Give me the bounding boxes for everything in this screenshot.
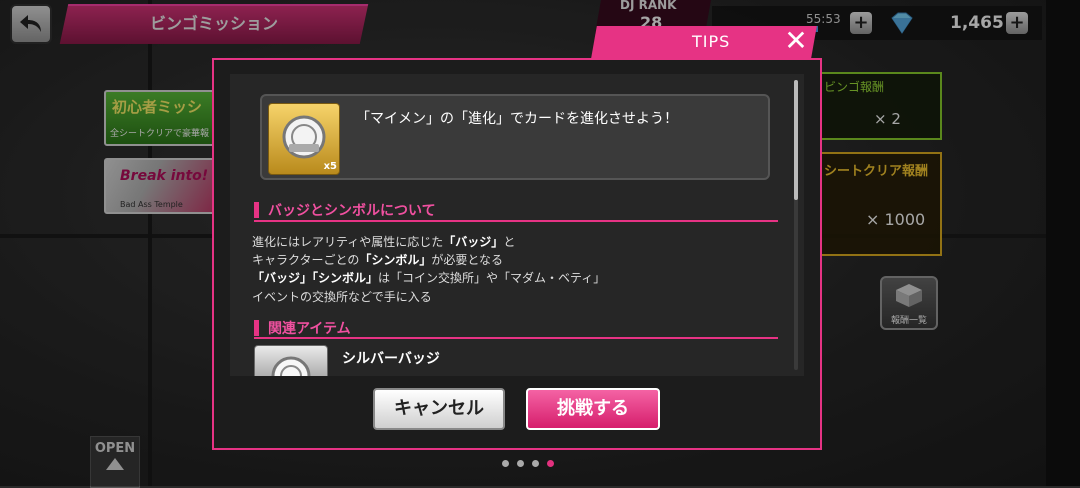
body-line-4: イベントの交換所などで手に入る [252,290,432,304]
body-line-2b: 「シンボル」 [359,253,432,267]
page-dot [517,460,524,467]
body-line-1: 進化にはレアリティや属性に応じた「バッジ」と [252,233,515,250]
section-divider [254,220,778,222]
content-bottom-edge [230,376,804,388]
body-line-1b: 「バッジ」 [443,235,504,249]
body-line-1c: と [503,235,516,249]
body-line-2: キャラクターごとの「シンボル」が必要となる [252,251,503,268]
cancel-button[interactable]: キャンセル [373,388,505,430]
section-heading-items-text: 関連アイテム [268,321,351,337]
section-heading-badges-text: バッジとシンボルについて [268,203,436,219]
page-indicator [502,460,554,467]
gold-badge-icon: x5 [268,103,340,175]
close-icon[interactable]: ✕ [780,26,812,56]
section-heading-items: 関連アイテム [254,318,351,338]
page-dot [502,460,509,467]
section-heading-badges: バッジとシンボルについて [254,200,436,220]
section-divider [254,337,778,339]
mission-text: 「マイメン」の「進化」でカードを進化させよう！ [356,111,678,127]
body-line-2a: キャラクターごとの [252,253,360,267]
challenge-button[interactable]: 挑戦する [526,388,660,430]
body-line-3b: は「コイン交換所」や「マダム・ベティ」 [378,271,606,285]
related-item-name: シルバーバッジ [342,351,440,367]
body-line-1a: 進化にはレアリティや属性に応じた [252,235,444,249]
badge-qty: x5 [323,161,337,172]
body-line-3: 「バッジ」「シンボル」は「コイン交換所」や「マダム・ベティ」 [252,269,605,286]
body-line-2c: が必要となる [431,253,504,267]
scrollbar-thumb[interactable] [794,80,798,200]
page-dot-active [547,460,554,467]
page-dot [532,460,539,467]
body-line-3a: 「バッジ」「シンボル」 [252,271,379,285]
tips-title: TIPS [692,32,731,51]
